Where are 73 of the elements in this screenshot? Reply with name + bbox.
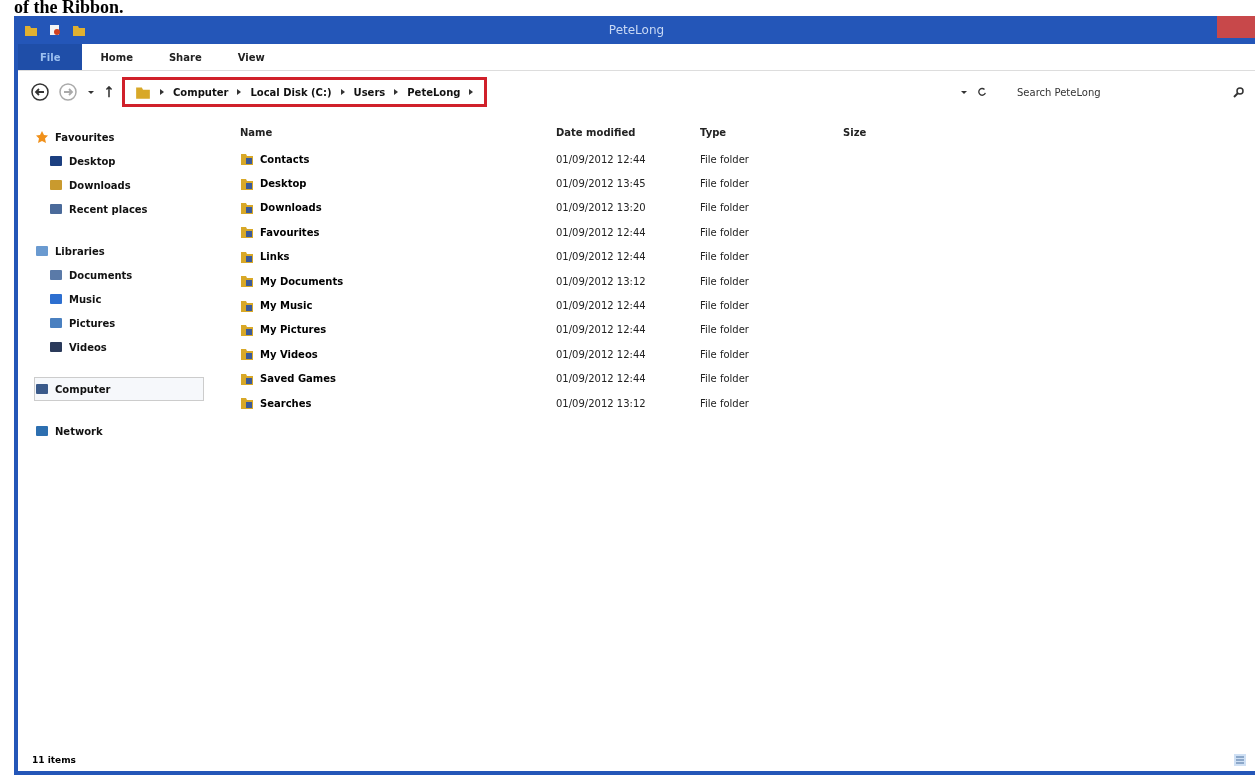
breadcrumb-item[interactable]: Users bbox=[353, 86, 386, 98]
sidebar-item[interactable]: Desktop bbox=[34, 149, 204, 173]
ribbon-tab[interactable]: Share bbox=[150, 44, 220, 70]
sidebar-item[interactable]: Favourites bbox=[34, 125, 204, 149]
column-header[interactable]: Name bbox=[234, 126, 556, 138]
table-cell-text: File folder bbox=[700, 324, 750, 336]
table-cell-text: 01/09/2012 13:12 bbox=[556, 275, 647, 287]
file-name[interactable]: My Music bbox=[260, 300, 313, 312]
table-cell-text: File folder bbox=[700, 275, 750, 287]
table-cell-text: File folder bbox=[700, 300, 750, 312]
table-cell-text: 01/09/2012 12:44 bbox=[556, 153, 647, 165]
up-arrow-icon[interactable] bbox=[104, 86, 114, 98]
table-cell-text: File folder bbox=[700, 397, 750, 409]
table-cell-text: 01/09/2012 12:44 bbox=[556, 324, 647, 336]
chevron-icon[interactable] bbox=[339, 88, 346, 96]
file-name[interactable]: My Documents bbox=[260, 275, 344, 287]
table-cell-text: 01/09/2012 12:44 bbox=[556, 251, 647, 263]
file-name[interactable]: Saved Games bbox=[260, 373, 336, 385]
chevron-icon[interactable] bbox=[236, 88, 243, 96]
table-cell-text: 01/09/2012 13:20 bbox=[556, 202, 647, 214]
sidebar-item[interactable]: Libraries bbox=[34, 239, 204, 263]
search-field[interactable]: Search PeteLong bbox=[1015, 85, 1233, 99]
file-name[interactable]: Links bbox=[260, 251, 290, 263]
new-folder-icon[interactable] bbox=[72, 23, 86, 37]
sidebar-item[interactable]: Recent places bbox=[34, 197, 204, 221]
refresh-icon[interactable] bbox=[977, 86, 987, 98]
table-cell-text: 01/09/2012 13:12 bbox=[556, 397, 647, 409]
column-header[interactable]: Type bbox=[700, 126, 843, 138]
window-title: PeteLong bbox=[608, 23, 665, 37]
table-cell-text: 01/09/2012 12:44 bbox=[556, 373, 647, 385]
table-cell-text: File folder bbox=[700, 373, 750, 385]
search-icon bbox=[1233, 86, 1245, 98]
sidebar-item[interactable]: Pictures bbox=[34, 311, 204, 335]
address-bar[interactable]: Computer Local Disk (C:) Users PeteLong bbox=[122, 77, 488, 107]
table-cell-text: 01/09/2012 12:44 bbox=[556, 300, 647, 312]
file-tab[interactable]: File bbox=[18, 44, 83, 70]
file-name[interactable]: Desktop bbox=[260, 178, 307, 190]
table-cell-text: 01/09/2012 12:44 bbox=[556, 348, 647, 360]
item-count: 11 items bbox=[32, 755, 76, 765]
file-name[interactable]: Favourites bbox=[260, 226, 320, 238]
table-cell-text: File folder bbox=[700, 226, 750, 238]
breadcrumb-item[interactable]: Computer bbox=[173, 86, 229, 98]
table-cell-text: 01/09/2012 13:45 bbox=[556, 178, 647, 190]
sidebar-item[interactable]: Music bbox=[34, 287, 204, 311]
sidebar-item[interactable]: Computer bbox=[34, 377, 204, 401]
breadcrumb-item[interactable]: Local Disk (C:) bbox=[250, 86, 332, 98]
sidebar-item[interactable]: Videos bbox=[34, 335, 204, 359]
star-icon bbox=[35, 130, 49, 144]
sidebar-item[interactable]: Network bbox=[34, 419, 204, 443]
table-cell-text: File folder bbox=[700, 251, 750, 263]
file-name[interactable]: My Pictures bbox=[260, 324, 327, 336]
table-cell-text: File folder bbox=[700, 348, 750, 360]
chevron-icon[interactable] bbox=[159, 88, 165, 96]
file-name[interactable]: Downloads bbox=[260, 202, 322, 214]
file-name[interactable]: Contacts bbox=[260, 153, 310, 165]
table-cell-text: File folder bbox=[700, 202, 750, 214]
file-name[interactable]: My Videos bbox=[260, 348, 318, 360]
sidebar-item[interactable]: Downloads bbox=[34, 173, 204, 197]
ribbon-tab[interactable]: View bbox=[219, 44, 283, 70]
table-cell-text: File folder bbox=[700, 178, 750, 190]
properties-icon[interactable] bbox=[48, 23, 62, 37]
chevron-icon[interactable] bbox=[393, 88, 400, 96]
page-caption: of the Ribbon. bbox=[13, 0, 125, 12]
ribbon-tab[interactable]: Home bbox=[82, 44, 151, 70]
chevron-icon[interactable] bbox=[468, 88, 475, 96]
sidebar-item[interactable]: Documents bbox=[34, 263, 204, 287]
back-button[interactable] bbox=[30, 82, 50, 102]
column-header[interactable]: Date modified bbox=[556, 126, 700, 138]
column-header[interactable]: Size bbox=[843, 126, 903, 138]
table-cell-text: File folder bbox=[700, 153, 750, 165]
file-name[interactable]: Searches bbox=[260, 397, 312, 409]
table-cell-text: 01/09/2012 12:44 bbox=[556, 226, 647, 238]
breadcrumb-item[interactable]: PeteLong bbox=[407, 86, 461, 98]
